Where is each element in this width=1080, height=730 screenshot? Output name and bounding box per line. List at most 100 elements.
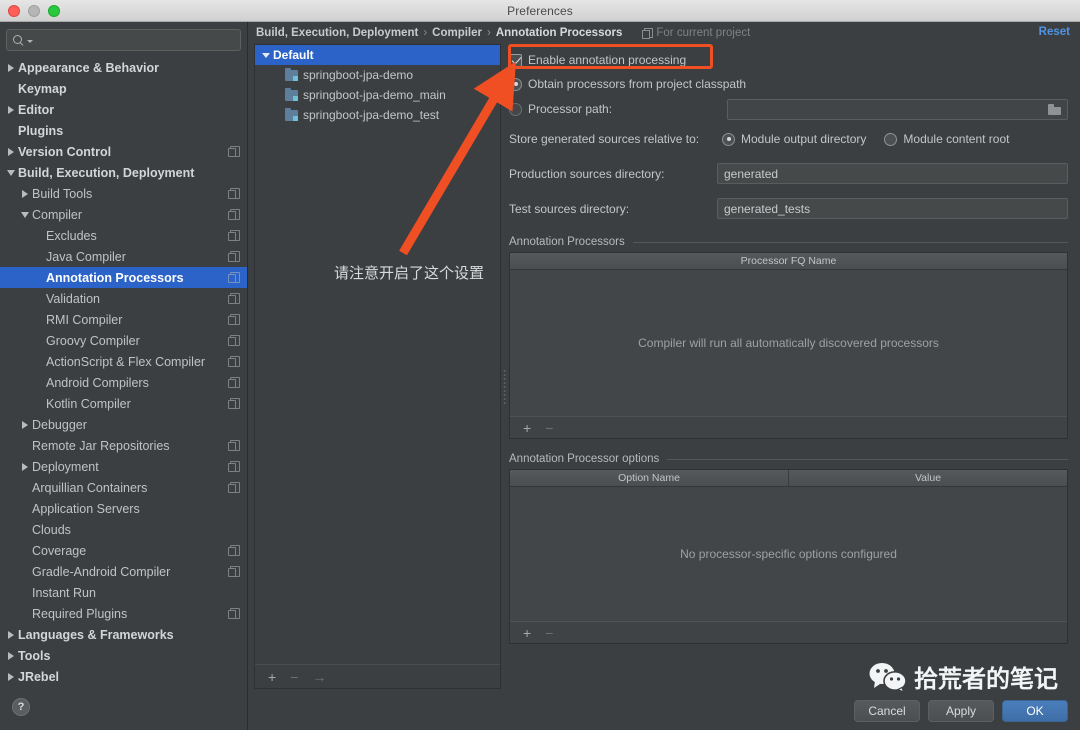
sidebar-item-actionscript-flex-compiler[interactable]: ActionScript & Flex Compiler [0,351,247,372]
sidebar-item-version-control[interactable]: Version Control [0,141,247,162]
sidebar-item-groovy-compiler[interactable]: Groovy Compiler [0,330,247,351]
sidebar-item-keymap[interactable]: Keymap [0,78,247,99]
annotation-processors-settings: Enable annotation processing Obtain proc… [509,44,1080,730]
processor-path-row[interactable]: Processor path: [509,96,1068,122]
module-output-directory-radio[interactable] [722,132,735,146]
processor-options-empty-state: No processor-specific options configured [510,487,1067,621]
ok-button[interactable]: OK [1002,700,1068,722]
search-box[interactable] [6,29,241,51]
splitter-grip[interactable] [503,369,507,405]
sidebar-item-gradle-android-compiler[interactable]: Gradle-Android Compiler [0,561,247,582]
breadcrumb-part-2: Annotation Processors [495,27,623,39]
chevron-down-icon[interactable] [4,162,18,183]
sidebar-item-build-tools[interactable]: Build Tools [0,183,247,204]
sidebar-item-kotlin-compiler[interactable]: Kotlin Compiler [0,393,247,414]
obtain-from-classpath-row[interactable]: Obtain processors from project classpath [509,72,1068,96]
sidebar-item-appearance-behavior[interactable]: Appearance & Behavior [0,57,247,78]
project-scope-icon [228,566,240,577]
sidebar-item-application-servers[interactable]: Application Servers [0,498,247,519]
minimize-window-button[interactable] [28,5,40,17]
sidebar-item-build-execution-deployment[interactable]: Build, Execution, Deployment [0,162,247,183]
processor-path-input[interactable] [727,98,1068,120]
twisty-placeholder [18,435,32,456]
column-processor-fq-name[interactable]: Processor FQ Name [510,253,1067,269]
module-row[interactable]: springboot-jpa-demo_main [255,85,500,105]
zoom-window-button[interactable] [48,5,60,17]
chevron-right-icon[interactable] [18,456,32,477]
chevron-right-icon[interactable] [4,99,18,120]
chevron-right-icon[interactable] [4,141,18,162]
chevron-right-icon[interactable] [4,666,18,687]
sidebar-item-editor[interactable]: Editor [0,99,247,120]
empty-text: No processor-specific options configured [680,547,897,561]
add-processor-button[interactable]: + [523,421,531,435]
processor-options-title: Annotation Processor options [509,453,660,465]
dialog-buttons: Cancel Apply OK [854,700,1068,722]
chevron-right-icon[interactable] [4,57,18,78]
sidebar-item-languages-frameworks[interactable]: Languages & Frameworks [0,624,247,645]
folder-browse-icon[interactable] [1048,103,1061,115]
module-icon [285,67,298,81]
sidebar-item-deployment[interactable]: Deployment [0,456,247,477]
sidebar-item-label: Arquillian Containers [32,480,148,495]
sidebar-item-compiler[interactable]: Compiler [0,204,247,225]
profiles-list[interactable]: Default springboot-jpa-demo springboot-jpa… [255,45,500,664]
sidebar-item-tools[interactable]: Tools [0,645,247,666]
breadcrumb-part-1[interactable]: Compiler [432,27,482,39]
test-sources-input[interactable]: generated_tests [717,198,1068,219]
profile-root-row[interactable]: Default [255,45,500,65]
preferences-window: Preferences Appearance & Behavior Keymap E… [0,0,1080,730]
add-option-button[interactable]: + [523,626,531,640]
sidebar-item-coverage[interactable]: Coverage [0,540,247,561]
chevron-down-icon[interactable] [259,52,273,58]
enable-annotation-processing-row[interactable]: Enable annotation processing [509,48,1068,72]
column-option-name[interactable]: Option Name [510,470,788,486]
module-row[interactable]: springboot-jpa-demo [255,65,500,85]
cancel-button[interactable]: Cancel [854,700,920,722]
enable-annotation-processing-checkbox[interactable] [509,53,522,67]
sidebar-item-rmi-compiler[interactable]: RMI Compiler [0,309,247,330]
production-sources-label: Production sources directory: [509,166,665,181]
module-row[interactable]: springboot-jpa-demo_test [255,105,500,125]
breadcrumb-part-0[interactable]: Build, Execution, Deployment [256,27,418,39]
pane-splitter[interactable] [501,44,509,730]
project-scope-icon [228,251,240,262]
sidebar-item-excludes[interactable]: Excludes [0,225,247,246]
sidebar-item-label: Application Servers [32,501,140,516]
sidebar-item-android-compilers[interactable]: Android Compilers [0,372,247,393]
sidebar-item-clouds[interactable]: Clouds [0,519,247,540]
sidebar-tree[interactable]: Appearance & Behavior Keymap Editor Plugins… [0,55,247,696]
production-sources-input[interactable]: generated [717,163,1068,184]
add-profile-button[interactable]: + [268,670,276,684]
remove-profile-button[interactable]: − [290,670,298,684]
chevron-right-icon[interactable] [18,183,32,204]
apply-button[interactable]: Apply [928,700,994,722]
help-button[interactable]: ? [12,698,30,716]
move-to-profile-button[interactable]: → [312,670,326,684]
remove-option-button[interactable]: − [545,626,553,640]
column-value[interactable]: Value [788,470,1067,486]
chevron-right-icon[interactable] [4,624,18,645]
module-content-root-radio[interactable] [884,132,898,146]
sidebar-item-remote-jar-repositories[interactable]: Remote Jar Repositories [0,435,247,456]
annotation-processors-title: Annotation Processors [509,236,625,248]
sidebar-item-java-compiler[interactable]: Java Compiler [0,246,247,267]
processor-path-radio[interactable] [509,102,522,116]
sidebar-item-annotation-processors[interactable]: Annotation Processors [0,267,247,288]
chevron-right-icon[interactable] [18,414,32,435]
close-window-button[interactable] [8,5,20,17]
remove-processor-button[interactable]: − [545,421,553,435]
sidebar-item-debugger[interactable]: Debugger [0,414,247,435]
reset-link[interactable]: Reset [1039,26,1070,38]
sidebar-item-required-plugins[interactable]: Required Plugins [0,603,247,624]
chevron-down-icon[interactable] [18,204,32,225]
chevron-right-icon[interactable] [4,645,18,666]
sidebar-item-arquillian-containers[interactable]: Arquillian Containers [0,477,247,498]
twisty-placeholder [32,267,46,288]
obtain-from-classpath-radio[interactable] [509,77,522,91]
sidebar-item-plugins[interactable]: Plugins [0,120,247,141]
sidebar-item-instant-run[interactable]: Instant Run [0,582,247,603]
sidebar-item-jrebel[interactable]: JRebel [0,666,247,687]
search-input[interactable] [33,34,234,46]
sidebar-item-validation[interactable]: Validation [0,288,247,309]
